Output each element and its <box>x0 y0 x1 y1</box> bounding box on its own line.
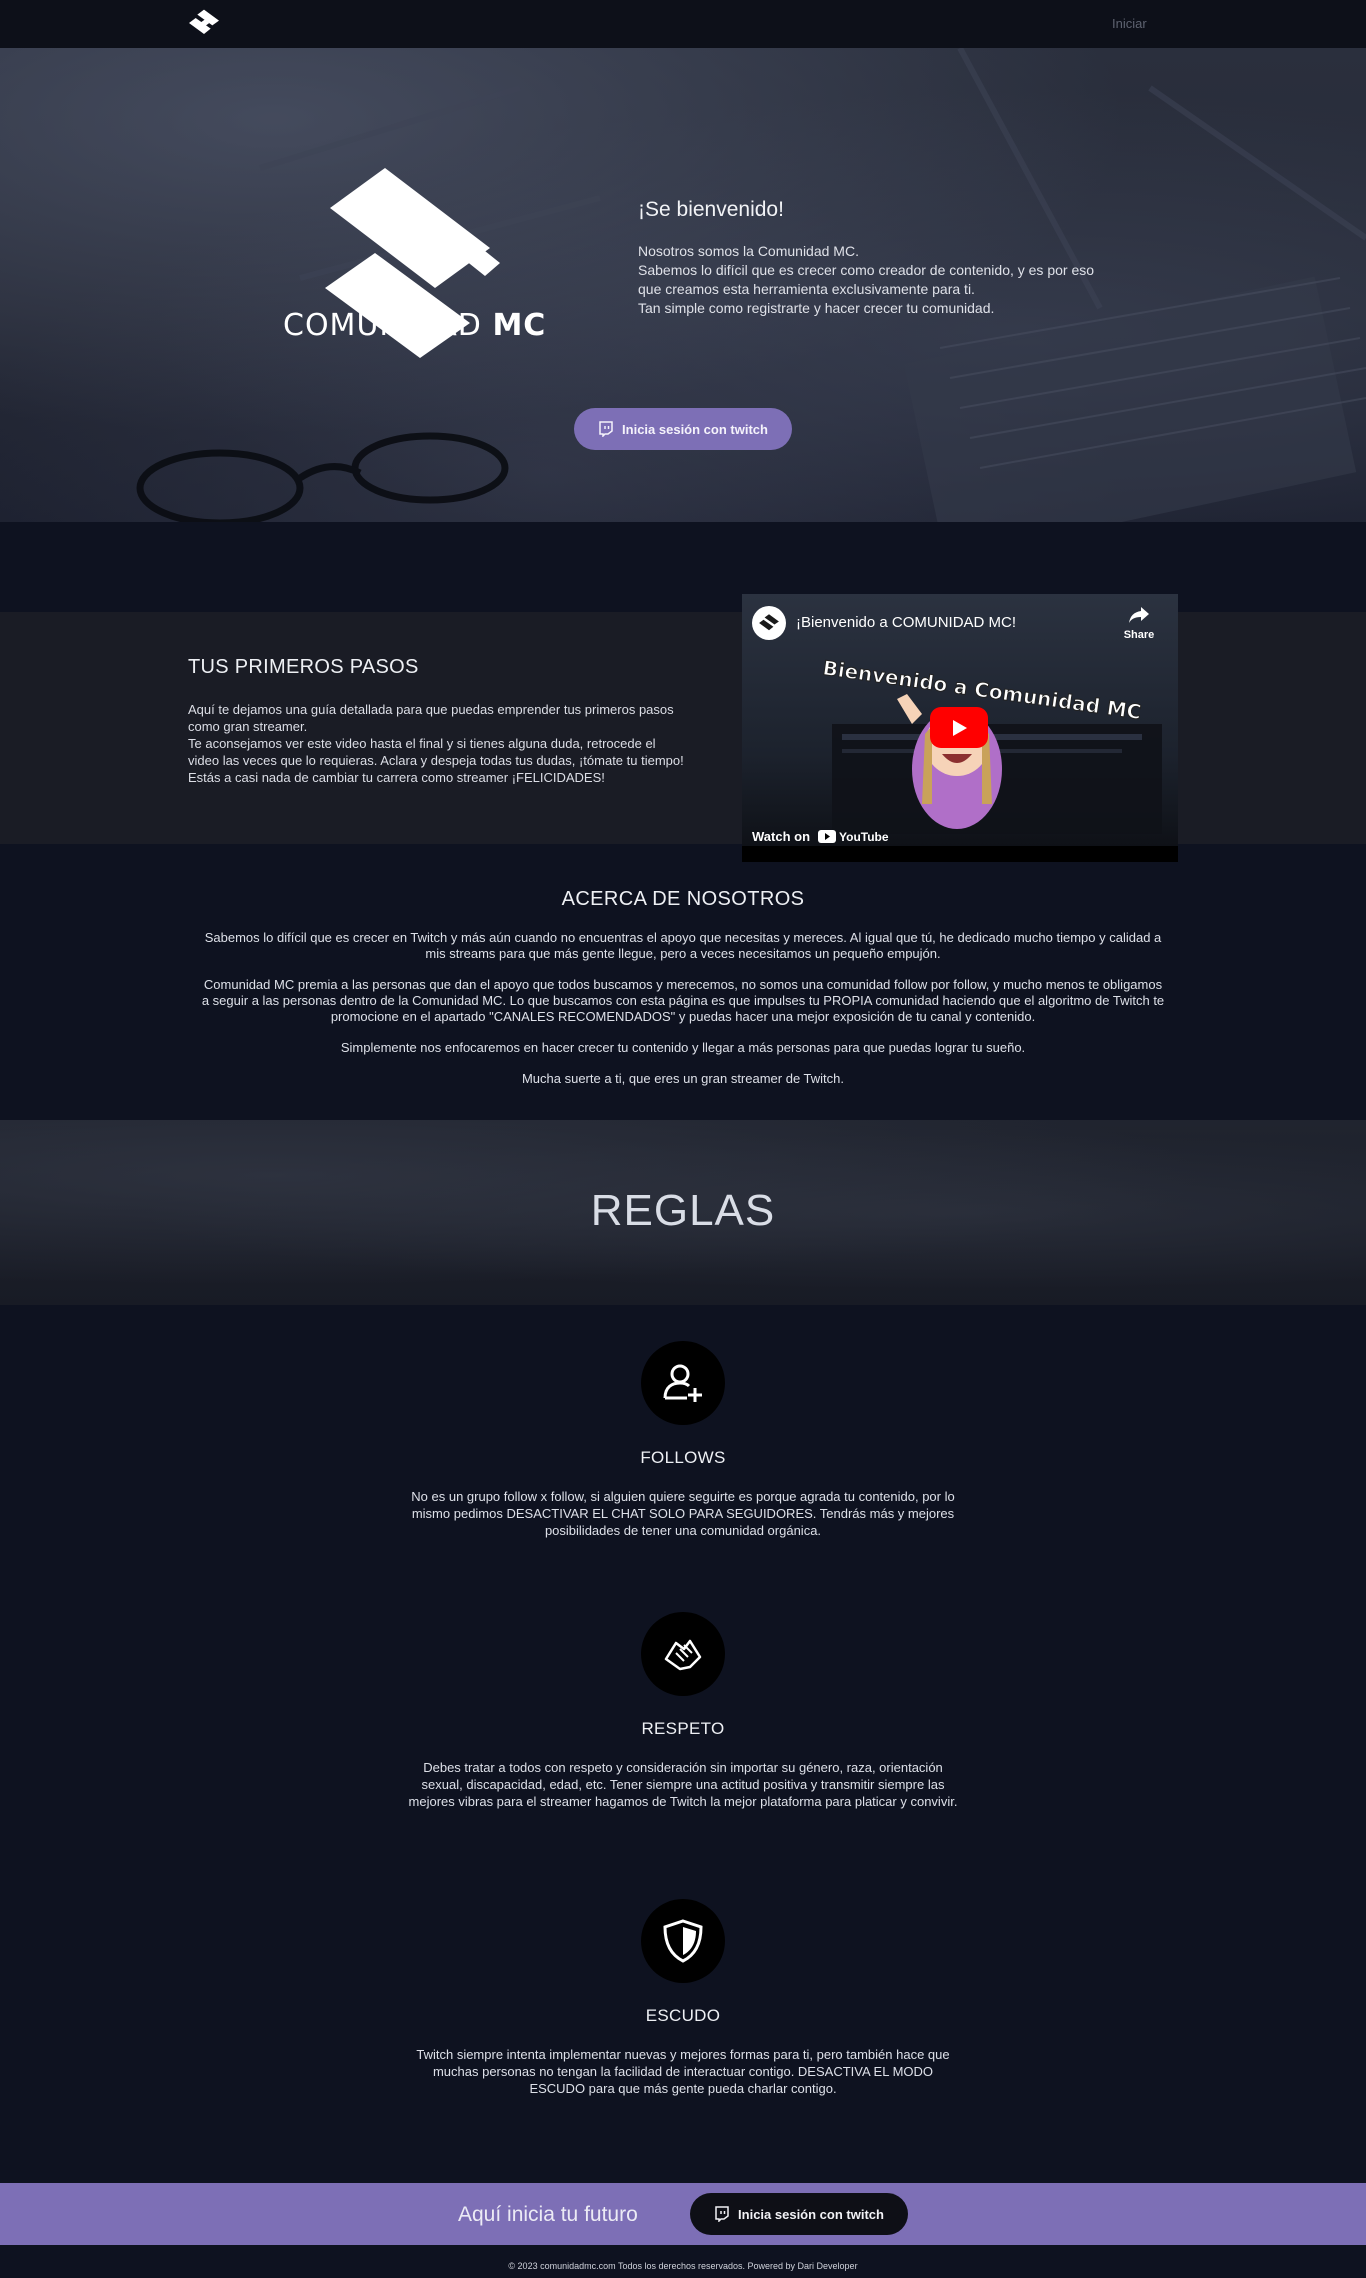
user-plus-icon <box>663 1364 702 1402</box>
twitch-login-button[interactable]: Inicia sesión con twitch <box>574 408 792 450</box>
rule-description: Twitch siempre intenta implementar nueva… <box>416 2047 950 2096</box>
watch-on-youtube[interactable]: Watch on YouTube <box>752 829 889 844</box>
welcome-text: Nosotros somos la Comunidad MC. Sabemos … <box>638 242 1098 318</box>
welcome-line: Tan simple como registrarte y hacer crec… <box>638 300 995 316</box>
welcome-title: ¡Se bienvenido! <box>638 198 784 221</box>
rule-follows-badge <box>641 1341 725 1425</box>
video-title[interactable]: ¡Bienvenido a COMUNIDAD MC! <box>796 614 1016 631</box>
welcome-line: Sabemos lo difícil que es crecer como cr… <box>638 262 1095 297</box>
footer-cta-band <box>0 2183 1366 2245</box>
watch-on-label: Watch on <box>752 829 811 844</box>
about-paragraph: Sabemos lo difícil que es crecer en Twit… <box>204 930 1162 961</box>
footer-cta-text: Aquí inicia tu futuro <box>458 2203 638 2226</box>
channel-avatar[interactable] <box>752 606 786 640</box>
footer-twitch-login-button[interactable]: Inicia sesión con twitch <box>690 2193 908 2235</box>
rule-title: ESCUDO <box>645 2006 721 2025</box>
about-title: ACERCA DE NOSOTROS <box>561 888 805 910</box>
rule-respeto-badge <box>641 1612 725 1696</box>
steps-line: Te aconsejamos ver este video hasta el f… <box>188 736 684 768</box>
video-share-button[interactable]: Share <box>1119 606 1159 641</box>
twitch-login-label: Inicia sesión con twitch <box>622 421 768 437</box>
copyright-text: © 2023 comunidadmc.com Todos los derecho… <box>508 2261 858 2271</box>
welcome-line: Nosotros somos la Comunidad MC. <box>638 243 859 259</box>
share-icon <box>1129 607 1149 623</box>
about-paragraph: Simplemente nos enfocaremos en hacer cre… <box>340 1040 1026 1055</box>
youtube-badge: YouTube <box>818 830 889 844</box>
twitch-icon <box>599 421 613 437</box>
share-label: Share <box>1123 629 1155 641</box>
brand-name: COMUNIDAD MC <box>283 308 547 343</box>
first-steps-text: Aquí te dejamos una guía detallada para … <box>188 701 688 786</box>
steps-line: Aquí te dejamos una guía detallada para … <box>188 702 674 734</box>
rule-description: No es un grupo follow x follow, si algui… <box>411 1489 955 1538</box>
logo-icon[interactable] <box>187 8 221 38</box>
play-button[interactable] <box>930 707 988 748</box>
about-text: Sabemos lo difícil que es crecer en Twit… <box>200 930 1166 1102</box>
steps-line: Estás a casi nada de cambiar tu carrera … <box>188 770 605 785</box>
footer-twitch-login-label: Inicia sesión con twitch <box>738 2206 884 2222</box>
brand-logo-icon <box>325 168 500 358</box>
twitch-icon <box>715 2206 729 2222</box>
youtube-icon <box>818 830 837 843</box>
rule-title: FOLLOWS <box>640 1448 726 1467</box>
first-steps-title: TUS PRIMEROS PASOS <box>188 656 419 678</box>
nav-login-link[interactable]: Iniciar <box>1112 16 1147 31</box>
about-paragraph: Comunidad MC premia a las personas que d… <box>201 977 1165 1024</box>
channel-logo-icon <box>759 614 779 631</box>
rule-title: RESPETO <box>641 1719 725 1738</box>
play-icon <box>953 719 967 736</box>
youtube-video-embed[interactable]: Bienvenido a Comunidad MC ¡Bienvenido a … <box>742 594 1178 862</box>
rule-escudo-badge <box>641 1899 725 1983</box>
navbar: Iniciar <box>0 0 1366 48</box>
about-paragraph: Mucha suerte a ti, que eres un gran stre… <box>521 1071 845 1086</box>
rule-description: Debes tratar a todos con respeto y consi… <box>408 1760 958 1809</box>
shield-icon <box>663 1919 703 1963</box>
rules-title: REGLAS <box>590 1186 776 1235</box>
handshake-icon <box>664 1639 702 1671</box>
youtube-label: YouTube <box>839 829 889 844</box>
